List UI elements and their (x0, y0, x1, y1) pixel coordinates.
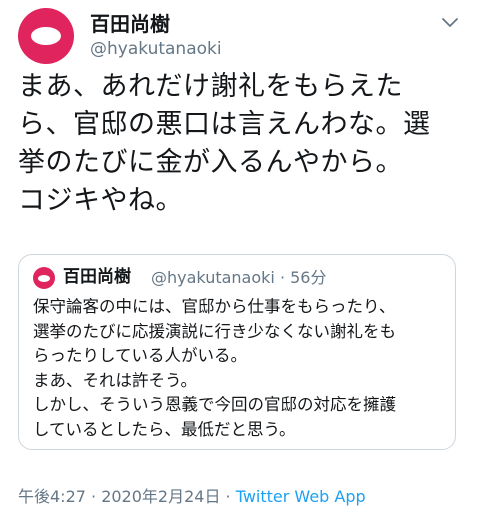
quoted-text-line: まあ、それは許そう。 (33, 370, 198, 390)
chevron-down-icon[interactable] (438, 10, 462, 34)
quoted-text-line: しかし、そういう恩義で今回の官邸の対応を擁護 (33, 395, 396, 414)
quoted-text-line: 選挙のたびに応援演説に行き少なくない謝礼をも (33, 321, 396, 341)
author-handle[interactable]: @hyakutanaoki (90, 39, 222, 59)
quoted-tweet[interactable]: 百田尚樹 @hyakutanaoki · 56分 保守論客の中には、官邸から仕事… (18, 254, 456, 450)
tweet-text-line: 挙のたびに金が入るんやから。 (18, 147, 403, 178)
quoted-tweet-header: 百田尚樹 @hyakutanaoki · 56分 (33, 265, 443, 289)
tweet-text-line: コジキやね。 (18, 185, 183, 216)
tweet-header: 百田尚樹 @hyakutanaoki (18, 8, 462, 64)
quoted-text-line: 保守論客の中には、官邸から仕事をもらったり、 (33, 297, 396, 316)
quoted-display-name: 百田尚樹 (63, 267, 131, 287)
tweet-text-line: ら、官邸の悪口は言えんわな。選 (18, 109, 431, 140)
tweet-meta: 午後4:27 · 2020年2月24日 · Twitter Web App (18, 486, 366, 508)
author-display-name[interactable]: 百田尚樹 (90, 12, 170, 36)
tweet-text-line: まあ、あれだけ謝礼をもらえた (18, 71, 403, 102)
avatar[interactable] (18, 8, 74, 64)
tweet-source-link[interactable]: Twitter Web App (236, 487, 366, 506)
tweet: 百田尚樹 @hyakutanaoki まあ、あれだけ謝礼をもらえた ら、官邸の悪… (0, 0, 480, 522)
tweet-text: まあ、あれだけ謝礼をもらえた ら、官邸の悪口は言えんわな。選 挙のたびに金が入る… (18, 68, 464, 220)
quoted-avatar (33, 267, 55, 289)
quoted-avatar-logo-icon (38, 274, 50, 282)
tweet-timestamp[interactable]: 午後4:27 · 2020年2月24日 · (18, 487, 236, 506)
avatar-logo-icon (31, 27, 61, 45)
quoted-handle-time: @hyakutanaoki · 56分 (151, 268, 327, 287)
quoted-text-line: らったりしている人がいる。 (33, 346, 248, 365)
quoted-tweet-text: 保守論客の中には、官邸から仕事をもらったり、 選挙のたびに応援演説に行き少なくな… (33, 295, 445, 442)
quoted-text-line: しているとしたら、最低だと思う。 (33, 419, 296, 439)
